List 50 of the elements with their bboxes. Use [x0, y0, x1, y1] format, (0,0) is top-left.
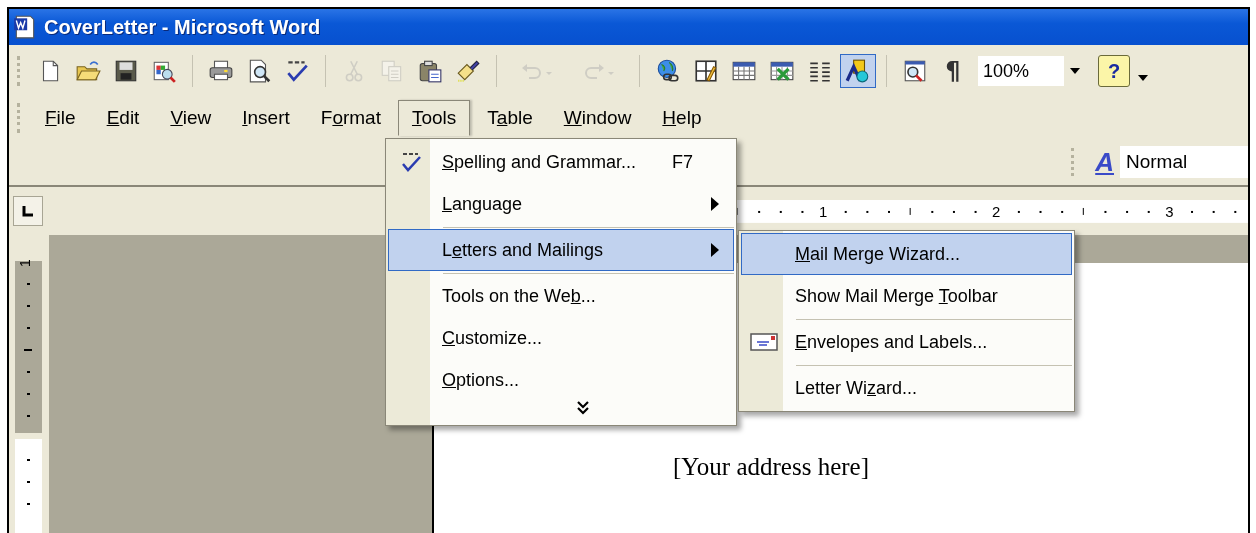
menu-bar-item[interactable]: Edit	[92, 100, 154, 136]
menu-item[interactable]: Customize...	[388, 317, 734, 359]
menu-item-label: Options...	[441, 369, 521, 391]
menu-item[interactable]: Mail Merge Wizard...	[741, 233, 1072, 275]
menu-bar-item[interactable]: Format	[306, 100, 395, 136]
ruler-number: 3	[1165, 202, 1174, 220]
menu-bar-item[interactable]: Window	[549, 100, 646, 136]
submenu-arrow-icon	[711, 197, 719, 211]
menu-item[interactable]: Tools on the Web...	[388, 275, 734, 317]
menu-bar-item[interactable]: Table	[473, 100, 547, 136]
formatting-marks-button[interactable]: ¶	[935, 54, 971, 88]
ruler-number: 1	[16, 259, 33, 267]
menu-item[interactable]: Options...	[388, 359, 734, 401]
menu-bar-item[interactable]: View	[156, 100, 226, 136]
document-text: [Your address here]	[673, 453, 869, 482]
menu-bar-item[interactable]: Tools	[397, 100, 471, 136]
menu-item-label: Show Mail Merge Toolbar	[794, 285, 999, 307]
envelope-icon	[750, 332, 778, 352]
styles-icon[interactable]: A	[1089, 146, 1120, 178]
shortcut-label: F7	[672, 151, 694, 173]
menu-bar-item[interactable]: Help	[648, 100, 716, 136]
menu-item-label: Tools on the Web...	[441, 285, 597, 307]
expand-icon[interactable]	[577, 401, 589, 415]
style-field[interactable]: Normal	[1120, 146, 1248, 178]
menu-item[interactable]: Letters and Mailings	[388, 229, 734, 271]
menu-item[interactable]: Show Mail Merge Toolbar	[741, 275, 1072, 317]
tab-selector-button[interactable]	[13, 196, 43, 226]
menu-item-label: Spelling and Grammar...	[441, 151, 638, 173]
window-title: CoverLetter - Microsoft Word	[44, 15, 321, 39]
menu-item[interactable]: Letter Wizard...	[741, 367, 1072, 409]
left-tab-icon	[21, 204, 35, 218]
zoom-field[interactable]: 100%	[978, 56, 1086, 86]
menu-bar-item[interactable]: File	[31, 100, 90, 136]
menu-item[interactable]: Language	[388, 183, 734, 225]
menu-item[interactable]: Spelling and Grammar... F7	[388, 141, 734, 183]
menu-item-label: Customize...	[441, 327, 544, 349]
drawing-icon[interactable]	[840, 54, 876, 88]
toolbar-options-icon[interactable]	[1138, 75, 1148, 81]
ruler-number: 1	[818, 202, 828, 220]
menu-item-label: Language	[441, 193, 524, 215]
menu-item-label: Envelopes and Labels...	[794, 331, 989, 353]
menu-item-label: Letters and Mailings	[441, 239, 605, 261]
menu-item-label: Mail Merge Wizard...	[794, 243, 962, 265]
menu-item[interactable]: Envelopes and Labels...	[741, 321, 1072, 363]
help-button[interactable]: ?	[1098, 55, 1130, 87]
menu-item-label: Letter Wizard...	[794, 377, 919, 399]
menu-bar-item[interactable]: Insert	[228, 100, 304, 136]
dropdown-arrow-icon[interactable]	[1070, 68, 1080, 74]
submenu-arrow-icon	[711, 243, 719, 257]
ruler-number: 2	[992, 202, 1001, 220]
